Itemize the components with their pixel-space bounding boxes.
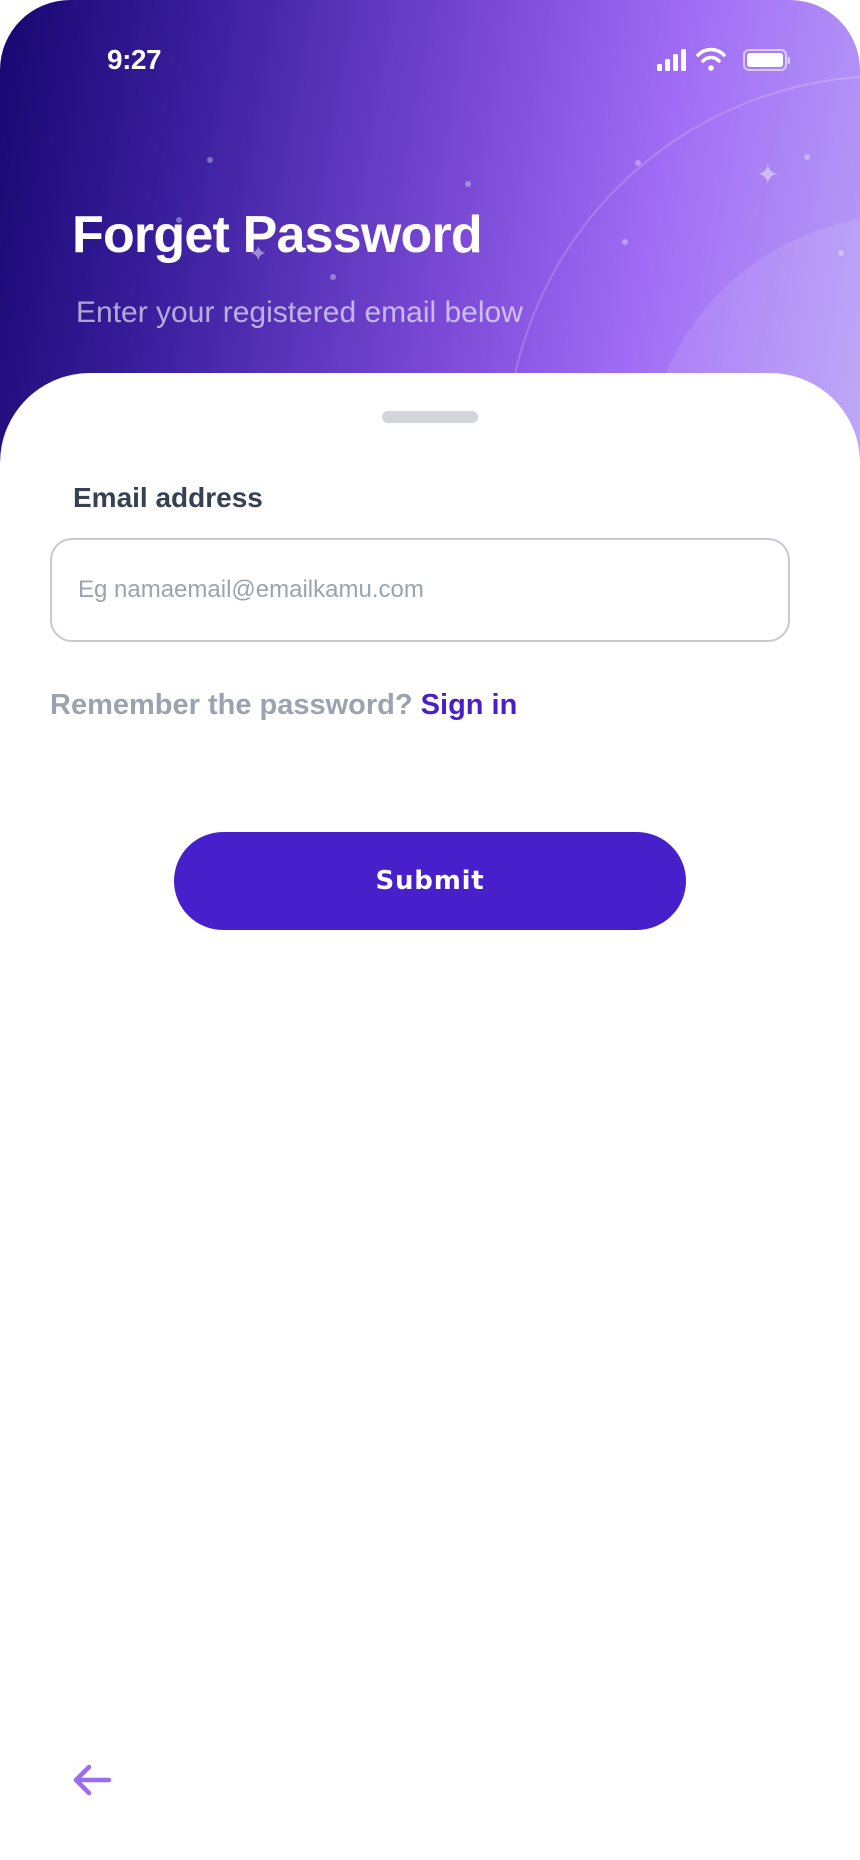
- decorative-dot: [804, 154, 810, 160]
- submit-button[interactable]: Submit: [174, 832, 686, 930]
- drag-handle[interactable]: [382, 411, 478, 423]
- form-sheet: Email address Remember the password? Sig…: [0, 373, 860, 1860]
- decorative-dot: [838, 250, 844, 256]
- screen: ✦ ✦ 9:27 Forget Password Enter your regi: [0, 0, 860, 1860]
- decorative-dot: [330, 274, 336, 280]
- sparkle-icon: ✦: [756, 159, 780, 190]
- page-subtitle: Enter your registered email below: [76, 296, 523, 329]
- status-icons: [657, 47, 790, 71]
- email-field[interactable]: [50, 538, 790, 642]
- remember-text: Remember the password?: [50, 689, 413, 721]
- arrow-left-icon[interactable]: [71, 1763, 113, 1797]
- battery-icon: [743, 49, 790, 71]
- decorative-dot: [622, 239, 628, 245]
- email-label: Email address: [73, 482, 263, 513]
- status-time: 9:27: [107, 44, 162, 75]
- decorative-dot: [635, 160, 641, 166]
- remember-row: Remember the password? Sign in: [50, 689, 517, 722]
- decorative-dot: [207, 157, 213, 163]
- sign-in-link[interactable]: Sign in: [421, 689, 518, 721]
- signal-icon: [657, 49, 686, 71]
- decorative-dot: [465, 181, 471, 187]
- wifi-icon: [696, 47, 726, 71]
- page-title: Forget Password: [72, 206, 483, 264]
